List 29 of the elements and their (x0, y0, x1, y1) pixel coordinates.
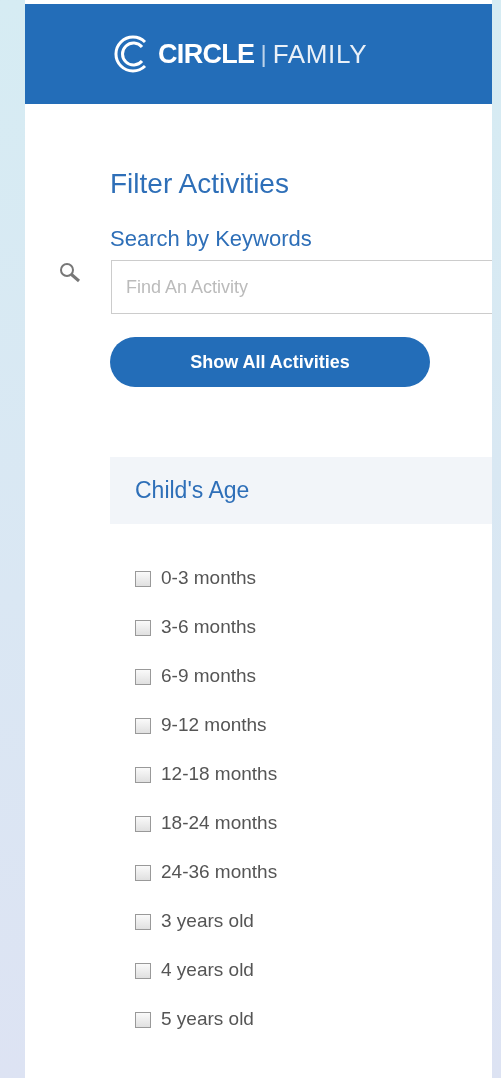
checkbox[interactable] (135, 766, 151, 783)
show-all-button[interactable]: Show All Activities (110, 337, 430, 387)
logo-text: CIRCLE (158, 37, 255, 71)
logo-separator: | (260, 39, 267, 69)
checkbox-label: 0-3 months (161, 566, 257, 591)
checkbox[interactable] (135, 1011, 151, 1028)
checkbox[interactable] (135, 913, 151, 930)
search-field[interactable]: Find An Activity (111, 260, 492, 314)
search-label: Search by Keywords (110, 225, 313, 253)
section-title: Child's Age (135, 476, 250, 506)
checkbox-label: 3-6 months (161, 615, 257, 640)
checkbox[interactable] (135, 815, 151, 832)
filter-title: Filter Activities (110, 167, 290, 201)
checkbox-label: 3 years old (161, 909, 254, 934)
logo-subtitle: FAMILY (272, 37, 368, 71)
checkbox-label: 12-18 months (161, 762, 278, 787)
checkbox-label: 6-9 months (161, 664, 257, 689)
checkbox-label: 9-12 months (161, 713, 267, 738)
checkbox[interactable] (135, 962, 151, 979)
checkbox-label: 5 years old (161, 1007, 254, 1032)
search-icon (59, 262, 81, 284)
checkbox[interactable] (135, 619, 151, 636)
checkbox[interactable] (135, 864, 151, 881)
checkbox[interactable] (135, 717, 151, 734)
checkbox[interactable] (135, 668, 151, 685)
checkbox-label: 24-36 months (161, 860, 278, 885)
checkbox[interactable] (135, 570, 151, 587)
checkbox-label: 4 years old (161, 958, 254, 983)
checkbox-label: 18-24 months (161, 811, 278, 836)
